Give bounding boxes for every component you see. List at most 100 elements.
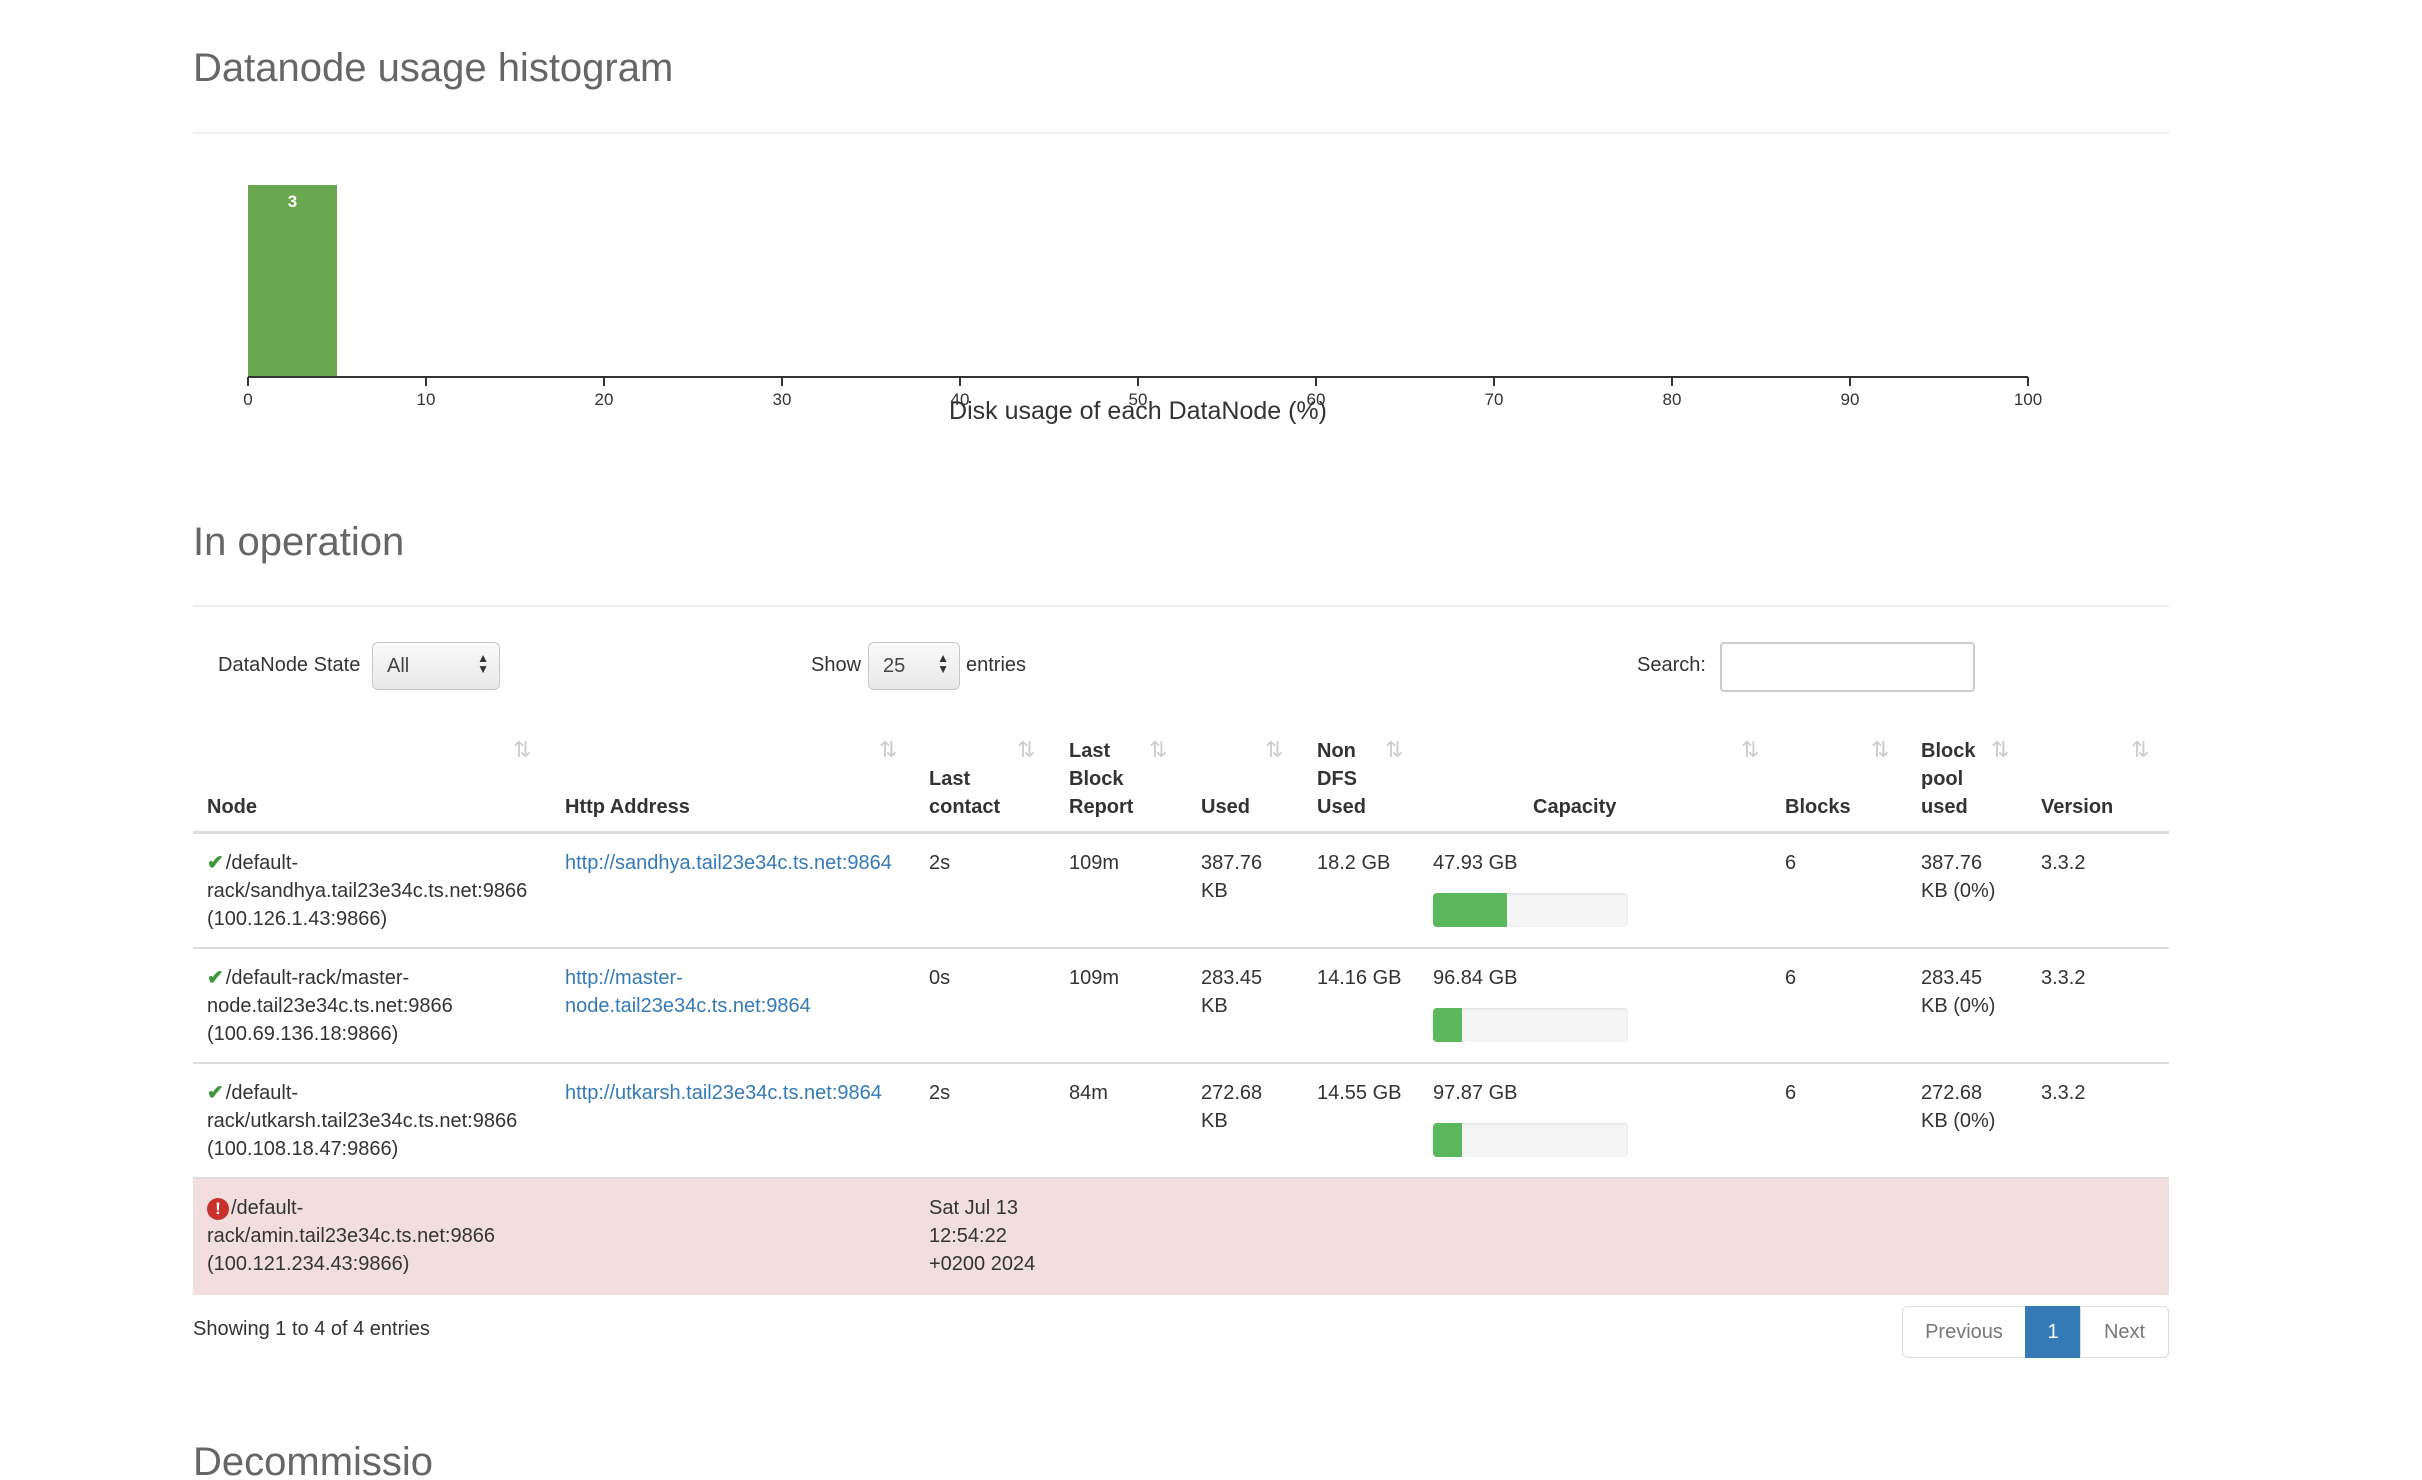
x-axis-tick-label: 10 [417,390,436,409]
capacity-value: 97.87 GB [1433,1082,1518,1104]
node-name: /default-rack/master-node.tail23e34c.ts.… [207,967,453,1045]
sort-icon[interactable]: ⇅ [1991,737,2010,763]
node-name: /default-rack/utkarsh.tail23e34c.ts.net:… [207,1082,518,1160]
non-dfs-used-cell: 14.16 GB [1317,967,1402,989]
last-contact-cell: Sat Jul 13 12:54:22 +0200 2024 [929,1197,1036,1275]
next-section-title-text: Decommissioning [193,1440,433,1480]
error-icon: ! [207,1198,229,1220]
sort-icon[interactable]: ⇅ [513,737,532,763]
datanode-state-label: DataNode State [218,654,361,676]
histogram-bar-label: 3 [288,192,297,211]
column-header-blocks[interactable]: Blocks [1785,793,1851,821]
last-contact-cell: 2s [929,1082,951,1104]
capacity-bar [1433,893,1628,927]
sort-icon[interactable]: ⇅ [1017,737,1036,763]
entries-per-page-select[interactable]: 25 ▲ ▼ [868,642,960,690]
sort-icon[interactable]: ⇅ [879,737,898,763]
node-name: /default-rack/amin.tail23e34c.ts.net:986… [207,1197,495,1275]
column-header-version[interactable]: Version [2041,793,2113,821]
sort-icon[interactable]: ⇅ [1871,737,1890,763]
node-cell: ✔/default-rack/master-node.tail23e34c.ts… [207,964,547,1048]
table-row: ✔/default-rack/sandhya.tail23e34c.ts.net… [193,834,2169,949]
table-row: ✔/default-rack/utkarsh.tail23e34c.ts.net… [193,1064,2169,1179]
capacity-value: 96.84 GB [1433,967,1518,989]
sort-icon[interactable]: ⇅ [2131,737,2150,763]
histogram-title: Datanode usage histogram [193,46,674,90]
section-divider [193,132,2169,134]
capacity-cell: 97.87 GB [1433,1079,1633,1169]
sort-icon[interactable]: ⇅ [1385,737,1404,763]
column-header-block-pool-used[interactable]: Block pool used [1921,737,1991,821]
http-address-cell: http://master-node.tail23e34c.ts.net:986… [565,964,845,1020]
http-address-cell: http://sandhya.tail23e34c.ts.net:9864 [565,849,915,877]
non-dfs-used-cell: 18.2 GB [1317,852,1391,874]
x-axis-tick-label: 80 [1663,390,1682,409]
next-page-button[interactable]: Next [2080,1306,2169,1358]
last-contact-cell: 0s [929,967,951,989]
check-icon: ✔ [207,967,224,989]
column-header-last-contact[interactable]: Last contact [929,765,1039,821]
capacity-cell: 47.93 GB [1433,849,1633,939]
column-header-node[interactable]: Node [207,793,257,821]
operation-title: In operation [193,520,405,564]
search-input[interactable] [1720,642,1975,692]
node-cell: ✔/default-rack/sandhya.tail23e34c.ts.net… [207,849,547,933]
sort-icon[interactable]: ⇅ [1149,737,1168,763]
datanode-state-select[interactable]: All ▲ ▼ [372,642,500,690]
http-address-link[interactable]: http://sandhya.tail23e34c.ts.net:9864 [565,852,892,874]
used-cell: 272.68 KB [1201,1082,1263,1132]
x-axis-tick-label: 100 [2014,390,2042,409]
version-cell: 3.3.2 [2041,1082,2086,1104]
x-axis-tick-label: 0 [243,390,252,409]
x-axis-tick-label: 30 [773,390,792,409]
section-divider [193,605,2169,607]
datanode-state-value: All [387,655,410,677]
version-cell: 3.3.2 [2041,852,2086,874]
column-header-capacity[interactable]: Capacity [1533,793,1616,821]
last-block-report-cell: 84m [1069,1082,1108,1104]
capacity-value: 47.93 GB [1433,852,1518,874]
previous-page-button[interactable]: Previous [1902,1306,2026,1358]
capacity-bar-fill [1433,893,1508,927]
x-axis-label: Disk usage of each DataNode (%) [949,397,1327,425]
page-1-button[interactable]: 1 [2025,1306,2081,1358]
next-section-title: Decommissioning [193,1440,433,1480]
column-header-non-dfs-used[interactable]: Non DFS Used [1317,737,1377,821]
x-axis-tick-label: 70 [1485,390,1504,409]
http-address-link[interactable]: http://utkarsh.tail23e34c.ts.net:9864 [565,1082,882,1104]
node-cell: !/default-rack/amin.tail23e34c.ts.net:98… [207,1194,517,1278]
block-pool-used-cell: 283.45 KB (0%) [1921,967,1996,1017]
capacity-bar [1433,1008,1628,1042]
x-axis-tick-label: 90 [1841,390,1860,409]
histogram-bar [248,185,337,377]
last-block-report-cell: 109m [1069,967,1120,989]
used-cell: 283.45 KB [1201,967,1263,1017]
blocks-cell: 6 [1785,967,1797,989]
http-address-link[interactable]: http://master-node.tail23e34c.ts.net:986… [565,967,811,1017]
show-label: Show [811,654,862,676]
column-header-last-block-report[interactable]: Last Block Report [1069,737,1149,821]
x-axis-tick-label: 20 [595,390,614,409]
version-cell: 3.3.2 [2041,967,2086,989]
http-address-cell: http://utkarsh.tail23e34c.ts.net:9864 [565,1079,915,1107]
capacity-bar-fill [1433,1123,1463,1157]
last-contact-cell: 2s [929,852,951,874]
table-info: Showing 1 to 4 of 4 entries [193,1318,430,1340]
used-cell: 387.76 KB [1201,852,1263,902]
sort-icon[interactable]: ⇅ [1265,737,1284,763]
capacity-cell: 96.84 GB [1433,964,1633,1054]
capacity-bar-fill [1433,1008,1463,1042]
column-header-http-address[interactable]: Http Address [565,793,690,821]
node-name: /default-rack/sandhya.tail23e34c.ts.net:… [207,852,528,930]
usage-histogram: 3 0 10 20 30 40 50 60 70 80 90 100 Disk usage of e… [243,185,2042,425]
table-row-dead: !/default-rack/amin.tail23e34c.ts.net:98… [193,1179,2169,1295]
select-arrows-icon: ▲ ▼ [477,651,489,676]
check-icon: ✔ [207,852,224,874]
entries-per-page-value: 25 [883,655,906,677]
non-dfs-used-cell: 14.55 GB [1317,1082,1402,1104]
entries-label: entries [966,654,1027,676]
column-header-used[interactable]: Used [1201,793,1250,821]
blocks-cell: 6 [1785,1082,1797,1104]
check-icon: ✔ [207,1082,224,1104]
sort-icon[interactable]: ⇅ [1741,737,1760,763]
